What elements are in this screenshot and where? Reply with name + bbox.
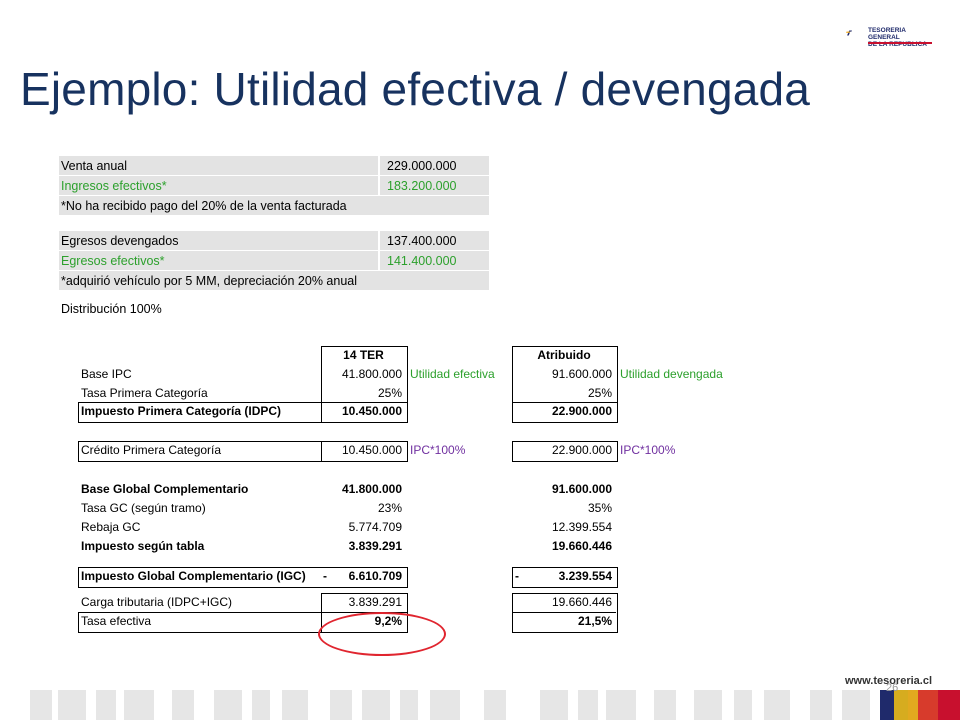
sales-summary-box: Venta anual 229.000.000 Ingresos efectivo… xyxy=(59,156,489,216)
row-value: 6.610.709 xyxy=(348,569,402,583)
row-note: Utilidad devengada xyxy=(620,367,723,381)
highlight-ellipse xyxy=(318,612,446,656)
row-value: 10.450.000 xyxy=(341,404,402,418)
row-value: 22.900.000 xyxy=(551,404,612,418)
row-value: 5.774.709 xyxy=(348,520,402,534)
row-value: 41.800.000 xyxy=(341,482,402,496)
sales-note: *No ha recibido pago del 20% de la venta… xyxy=(59,196,489,215)
page-number: 26 xyxy=(886,682,899,694)
logo-underline xyxy=(868,42,932,44)
row-note: Utilidad efectiva xyxy=(410,367,495,381)
row-value: 3.239.554 xyxy=(558,569,612,583)
distribution-label: Distribución 100% xyxy=(61,302,162,316)
expenses-note: *adquirió vehículo por 5 MM, depreciació… xyxy=(59,271,489,290)
row-value: 25% xyxy=(587,386,612,400)
page-title: Ejemplo: Utilidad efectiva / devengada xyxy=(20,63,811,115)
row-value: 91.600.000 xyxy=(551,482,612,496)
row-label: Tasa Primera Categoría xyxy=(81,386,208,400)
row-label: Tasa GC (según tramo) xyxy=(81,501,206,515)
row-label: Impuesto Primera Categoría (IDPC) xyxy=(81,404,282,418)
row-value: 19.660.446 xyxy=(551,595,612,609)
row-label: Impuesto Global Complementario (IGC) xyxy=(81,569,306,583)
row-value: 35% xyxy=(587,501,612,515)
tesoreria-logo xyxy=(846,30,852,36)
row-label: Rebaja GC xyxy=(81,520,141,534)
row-label: Impuesto según tabla xyxy=(81,539,205,553)
logo-text: TESORERIA GENERAL DE LA REPUBLICA xyxy=(868,27,927,48)
row-value: 21,5% xyxy=(577,614,612,628)
col2-header: Atribuido xyxy=(537,348,591,362)
row-value: 41.800.000 xyxy=(341,367,402,381)
row-value: 3.839.291 xyxy=(348,539,402,553)
row-label: Tasa efectiva xyxy=(81,614,152,628)
row-value: 23% xyxy=(377,501,402,515)
col1-header: 14 TER xyxy=(343,348,384,362)
row-value: 19.660.446 xyxy=(551,539,612,553)
row-value: 91.600.000 xyxy=(551,367,612,381)
sales-row: Venta anual 229.000.000 xyxy=(59,156,489,175)
footer-stripes xyxy=(0,690,960,720)
row-value: 12.399.554 xyxy=(551,520,612,534)
row-note: IPC*100% xyxy=(410,443,466,457)
cash-income-row: Ingresos efectivos* 183.200.000 xyxy=(59,176,489,195)
row-value: 25% xyxy=(377,386,402,400)
row-label: Crédito Primera Categoría xyxy=(81,443,222,457)
row-note: IPC*100% xyxy=(620,443,676,457)
expenses-summary-box: Egresos devengados 137.400.000 Egresos ef… xyxy=(59,231,489,291)
row-value: 22.900.000 xyxy=(551,443,612,457)
cash-expenses-row: Egresos efectivos* 141.400.000 xyxy=(59,251,489,270)
row-label: Base IPC xyxy=(81,367,132,381)
row-value: 10.450.000 xyxy=(341,443,402,457)
row-label: Carga tributaria (IDPC+IGC) xyxy=(81,595,233,609)
row-label: Base Global Complementario xyxy=(81,482,249,496)
row-value: 3.839.291 xyxy=(348,595,402,609)
accrued-expenses-row: Egresos devengados 137.400.000 xyxy=(59,231,489,250)
